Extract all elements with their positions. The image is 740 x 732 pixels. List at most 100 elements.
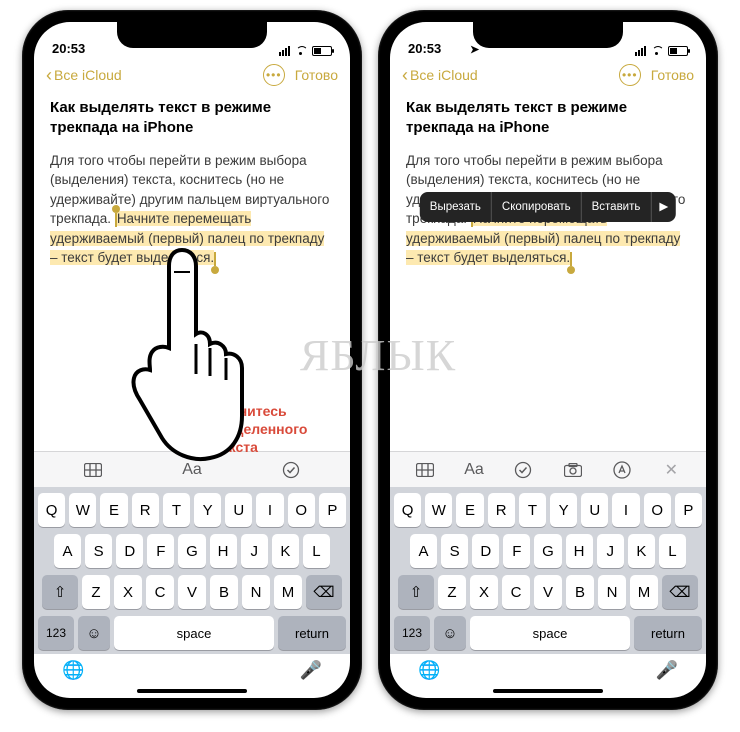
key-i[interactable]: I: [612, 493, 639, 527]
table-icon[interactable]: [78, 463, 108, 477]
done-button[interactable]: Готово: [295, 67, 338, 83]
key-w[interactable]: W: [69, 493, 96, 527]
key-z[interactable]: Z: [438, 575, 466, 609]
key-q[interactable]: Q: [394, 493, 421, 527]
numbers-key[interactable]: 123: [38, 616, 74, 650]
key-b[interactable]: B: [210, 575, 238, 609]
key-r[interactable]: R: [488, 493, 515, 527]
more-button[interactable]: •••: [619, 64, 641, 86]
emoji-key[interactable]: ☺: [434, 616, 466, 650]
key-⇧[interactable]: ⇧: [42, 575, 78, 609]
key-n[interactable]: N: [242, 575, 270, 609]
cellular-icon: [279, 46, 290, 56]
key-row-2: ASDFGHJKL: [394, 534, 702, 568]
key-t[interactable]: T: [163, 493, 190, 527]
globe-icon[interactable]: 🌐: [418, 660, 440, 681]
format-toolbar: Aa ✕: [390, 451, 706, 487]
key-d[interactable]: D: [116, 534, 143, 568]
key-j[interactable]: J: [597, 534, 624, 568]
text-format-button[interactable]: Aa: [459, 461, 489, 479]
keyboard: QWERTYUIOP ASDFGHJKL ⇧ZXCVBNM⌫ 123 ☺ spa…: [34, 487, 350, 654]
key-c[interactable]: C: [146, 575, 174, 609]
key-m[interactable]: M: [630, 575, 658, 609]
key-p[interactable]: P: [675, 493, 702, 527]
key-n[interactable]: N: [598, 575, 626, 609]
checklist-icon[interactable]: [508, 461, 538, 479]
key-u[interactable]: U: [225, 493, 252, 527]
key-z[interactable]: Z: [82, 575, 110, 609]
camera-icon[interactable]: [558, 463, 588, 477]
key-p[interactable]: P: [319, 493, 346, 527]
copy-button[interactable]: Скопировать: [492, 192, 582, 222]
paste-button[interactable]: Вставить: [582, 192, 652, 222]
key-v[interactable]: V: [178, 575, 206, 609]
back-button[interactable]: ‹ Все iCloud: [46, 66, 122, 84]
selection-handle-end[interactable]: [570, 252, 572, 266]
home-indicator[interactable]: [493, 689, 603, 693]
back-button[interactable]: ‹ Все iCloud: [402, 66, 478, 84]
menu-more-button[interactable]: ▶: [651, 192, 676, 222]
key-g[interactable]: G: [178, 534, 205, 568]
key-t[interactable]: T: [519, 493, 546, 527]
key-a[interactable]: A: [54, 534, 81, 568]
key-l[interactable]: L: [659, 534, 686, 568]
return-key[interactable]: return: [634, 616, 702, 650]
table-icon[interactable]: [410, 463, 440, 477]
key-o[interactable]: O: [644, 493, 671, 527]
mic-icon[interactable]: 🎤: [300, 660, 322, 681]
key-r[interactable]: R: [132, 493, 159, 527]
back-label: Все iCloud: [410, 67, 478, 83]
key-⌫[interactable]: ⌫: [306, 575, 342, 609]
space-key[interactable]: space: [114, 616, 274, 650]
key-a[interactable]: A: [410, 534, 437, 568]
key-v[interactable]: V: [534, 575, 562, 609]
emoji-key[interactable]: ☺: [78, 616, 110, 650]
key-c[interactable]: C: [502, 575, 530, 609]
key-⇧[interactable]: ⇧: [398, 575, 434, 609]
numbers-key[interactable]: 123: [394, 616, 430, 650]
key-e[interactable]: E: [456, 493, 483, 527]
close-keyboard-button[interactable]: ✕: [656, 460, 686, 480]
home-indicator[interactable]: [137, 689, 247, 693]
key-b[interactable]: B: [566, 575, 594, 609]
key-y[interactable]: Y: [194, 493, 221, 527]
key-q[interactable]: Q: [38, 493, 65, 527]
key-h[interactable]: H: [210, 534, 237, 568]
globe-icon[interactable]: 🌐: [62, 660, 84, 681]
key-j[interactable]: J: [241, 534, 268, 568]
key-f[interactable]: F: [503, 534, 530, 568]
selection-handle-start[interactable]: [115, 213, 117, 227]
key-y[interactable]: Y: [550, 493, 577, 527]
key-w[interactable]: W: [425, 493, 452, 527]
key-s[interactable]: S: [441, 534, 468, 568]
key-h[interactable]: H: [566, 534, 593, 568]
phone-left: 20:53 ‹ Все iCloud ••• Готово Как выделя…: [22, 10, 362, 710]
key-row-3: ⇧ZXCVBNM⌫: [394, 575, 702, 609]
more-button[interactable]: •••: [263, 64, 285, 86]
battery-icon: [668, 46, 688, 56]
screen: 20:53 ➤ ‹ Все iCloud ••• Готово Как выде…: [390, 22, 706, 698]
key-f[interactable]: F: [147, 534, 174, 568]
key-l[interactable]: L: [303, 534, 330, 568]
key-s[interactable]: S: [85, 534, 112, 568]
key-k[interactable]: K: [628, 534, 655, 568]
note-body[interactable]: Как выделять текст в режиме трекпада на …: [390, 92, 706, 451]
key-u[interactable]: U: [581, 493, 608, 527]
key-i[interactable]: I: [256, 493, 283, 527]
key-g[interactable]: G: [534, 534, 561, 568]
mic-icon[interactable]: 🎤: [656, 660, 678, 681]
key-e[interactable]: E: [100, 493, 127, 527]
key-k[interactable]: K: [272, 534, 299, 568]
key-⌫[interactable]: ⌫: [662, 575, 698, 609]
checklist-icon[interactable]: [276, 461, 306, 479]
key-o[interactable]: O: [288, 493, 315, 527]
key-x[interactable]: X: [470, 575, 498, 609]
cut-button[interactable]: Вырезать: [420, 192, 492, 222]
markup-icon[interactable]: [607, 461, 637, 479]
done-button[interactable]: Готово: [651, 67, 694, 83]
return-key[interactable]: return: [278, 616, 346, 650]
key-d[interactable]: D: [472, 534, 499, 568]
key-m[interactable]: M: [274, 575, 302, 609]
space-key[interactable]: space: [470, 616, 630, 650]
key-x[interactable]: X: [114, 575, 142, 609]
